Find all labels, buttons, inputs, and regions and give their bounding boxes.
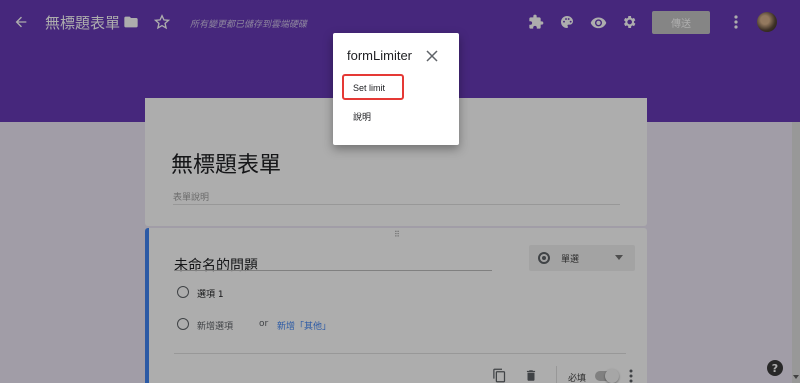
menu-item-help[interactable]: 說明 — [353, 110, 371, 123]
popup-title: formLimiter — [347, 48, 413, 63]
close-icon[interactable] — [426, 47, 440, 62]
addon-popup: formLimiter Set limit 說明 — [333, 33, 459, 145]
menu-item-set-limit[interactable]: Set limit — [353, 83, 385, 93]
